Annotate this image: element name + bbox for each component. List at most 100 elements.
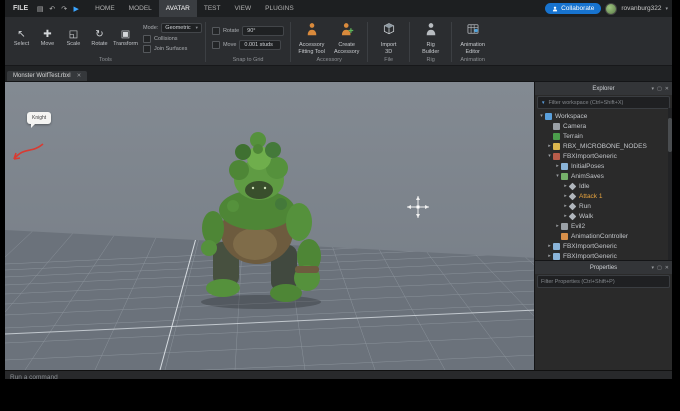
mode-label: Mode: — [143, 24, 159, 31]
tree-item-label: Idle — [579, 182, 590, 190]
tree-item-run[interactable]: ▸ Run — [535, 201, 672, 211]
tool-select[interactable]: ↖ Select — [9, 29, 34, 47]
collaborate-button[interactable]: Collaborate — [545, 3, 602, 14]
mannequin-plus-icon — [340, 22, 354, 41]
button-label: Create — [338, 42, 355, 48]
tool-rotate[interactable]: ↻ Rotate — [87, 29, 112, 47]
ribbon-group-snap-to-grid: Rotate 90° Move 0.001 studs Snap to Grid — [209, 19, 287, 65]
menu-tab-test[interactable]: TEST — [197, 0, 228, 17]
collisions-checkbox[interactable]: Collisions — [143, 34, 202, 43]
tree-item-fbximportgeneric[interactable]: ▸ FBXImportGeneric — [535, 251, 672, 260]
tree-item-camera[interactable]: Camera — [535, 121, 672, 131]
viewport-3d[interactable]: Knight — [5, 82, 534, 370]
user-avatar[interactable] — [605, 2, 618, 15]
explorer-scrollbar[interactable] — [668, 108, 672, 260]
tree-item-terrain[interactable]: Terrain — [535, 131, 672, 141]
username[interactable]: rovanburg322 — [621, 5, 661, 12]
tree-item-attack-1[interactable]: ▸ Attack 1 — [535, 191, 672, 201]
tree-item-fbximportgeneric[interactable]: ▸ FBXImportGeneric — [535, 241, 672, 251]
model-icon — [553, 252, 560, 260]
command-bar-input[interactable]: Run a command — [5, 370, 672, 379]
explorer-tree: ▾ Workspace Camera Terrain ▸ RBX_MICROBONE_NO… — [535, 110, 672, 260]
rotate-snap-checkbox[interactable]: Rotate — [211, 26, 239, 35]
document-tab[interactable]: Monster WolfTest.rbxl ✕ — [7, 71, 88, 81]
tree-item-animationcontroller[interactable]: AnimationController — [535, 231, 672, 241]
tool-label: Scale — [66, 40, 81, 47]
create-accessory-button[interactable]: Create Accessory — [329, 19, 364, 55]
expand-arrow-icon[interactable]: ▾ — [546, 153, 553, 159]
menu-tab-model[interactable]: MODEL — [122, 0, 159, 17]
panel-close-icon[interactable]: ✕ — [665, 265, 669, 271]
checkbox-box — [143, 44, 151, 53]
ribbon-tab-strip: HOME MODEL AVATAR TEST VIEW PLUGINS — [88, 0, 301, 17]
model-icon — [561, 222, 568, 230]
move-snap-field[interactable]: 0.001 studs — [239, 39, 282, 50]
viewport-note-bubble: Knight — [27, 112, 52, 128]
tree-item-fbximportgeneric[interactable]: ▾ FBXImportGeneric — [535, 151, 672, 161]
import-3d-button[interactable]: Import 3D — [371, 19, 406, 55]
redo-icon[interactable]: ↷ — [59, 5, 69, 13]
save-icon[interactable]: ▤ — [35, 5, 45, 13]
expand-arrow-icon[interactable]: ▸ — [546, 143, 553, 149]
rotate-snap-field[interactable]: 90° — [242, 25, 285, 36]
rotate-icon: ↻ — [95, 28, 104, 40]
move-gizmo[interactable] — [405, 194, 431, 220]
panel-float-icon[interactable]: ▢ — [657, 265, 662, 271]
panel-menu-icon[interactable]: ▾ — [652, 265, 655, 271]
tree-item-walk[interactable]: ▸ Walk — [535, 211, 672, 221]
ribbon-separator — [451, 22, 453, 62]
join-surfaces-checkbox[interactable]: Join Surfaces — [143, 44, 202, 53]
chevron-down-icon[interactable]: ▾ — [665, 6, 668, 12]
undo-icon[interactable]: ↶ — [47, 5, 57, 13]
button-label: Accessory — [333, 49, 360, 55]
expand-arrow-icon[interactable]: ▾ — [554, 173, 561, 179]
tree-item-initialposes[interactable]: ▸ InitialPoses — [535, 161, 672, 171]
file-menu-button[interactable]: FILE — [9, 4, 32, 13]
close-tab-icon[interactable]: ✕ — [77, 73, 82, 79]
play-icon[interactable]: ▶ — [71, 5, 81, 13]
menu-tab-home[interactable]: HOME — [88, 0, 122, 17]
expand-arrow-icon[interactable]: ▸ — [554, 163, 561, 169]
panel-close-icon[interactable]: ✕ — [665, 86, 669, 92]
anim-icon — [568, 202, 577, 210]
menu-tab-view[interactable]: VIEW — [228, 0, 259, 17]
tool-label: Move — [40, 40, 55, 47]
tree-item-idle[interactable]: ▸ Idle — [535, 181, 672, 191]
menu-tab-avatar[interactable]: AVATAR — [158, 0, 197, 17]
tree-item-label: Evil2 — [571, 222, 586, 230]
animation-editor-button[interactable]: Animation Editor — [455, 19, 490, 55]
ribbon-separator — [204, 22, 206, 62]
menu-tab-plugins[interactable]: PLUGINS — [258, 0, 301, 17]
explorer-filter-input[interactable]: ▼ Filter workspace (Ctrl+Shift+X) — [537, 96, 670, 109]
scale-icon: ◱ — [68, 28, 79, 40]
tool-label: Rotate — [91, 40, 108, 47]
tree-item-label: AnimationController — [571, 232, 629, 240]
tree-item-label: RBX_MICROBONE_NODES — [563, 142, 647, 150]
tool-scale[interactable]: ◱ Scale — [61, 29, 86, 47]
quick-access-toolbar: ▤ ↶ ↷ ▶ — [35, 5, 81, 13]
properties-filter-input[interactable]: Filter Properties (Ctrl+Shift+P) — [537, 275, 670, 288]
tree-item-animsaves[interactable]: ▾ AnimSaves — [535, 171, 672, 181]
accessory-fitting-tool-button[interactable]: Accessory Fitting Tool — [294, 19, 329, 55]
tree-item-evil2[interactable]: ▸ Evil2 — [535, 221, 672, 231]
expand-arrow-icon[interactable]: ▾ — [538, 113, 545, 119]
tool-move[interactable]: ✚ Move — [35, 29, 60, 47]
expand-arrow-icon[interactable]: ▸ — [554, 223, 561, 229]
explorer-panel: Explorer ▾ ▢ ✕ ▼ Filter workspace (Ctrl+… — [535, 82, 672, 260]
expand-arrow-icon[interactable]: ▸ — [546, 253, 553, 259]
panel-menu-icon[interactable]: ▾ — [652, 86, 655, 92]
tree-item-workspace[interactable]: ▾ Workspace — [535, 111, 672, 121]
tree-item-rbx-microbone-nodes[interactable]: ▸ RBX_MICROBONE_NODES — [535, 141, 672, 151]
move-snap-checkbox[interactable]: Move — [211, 40, 236, 49]
file-group-label: File — [384, 57, 394, 63]
tool-transform[interactable]: ▣ Transform — [113, 29, 138, 47]
expand-arrow-icon[interactable]: ▸ — [546, 243, 553, 249]
pose-icon — [561, 162, 568, 170]
select-icon: ↖ — [17, 28, 26, 40]
mode-dropdown[interactable]: Geometric ▾ — [161, 22, 202, 33]
ribbon-separator — [367, 22, 369, 62]
rig-builder-button[interactable]: Rig Builder — [413, 19, 448, 55]
panel-float-icon[interactable]: ▢ — [657, 86, 662, 92]
right-dock: Explorer ▾ ▢ ✕ ▼ Filter workspace (Ctrl+… — [534, 82, 672, 370]
monster-character-model[interactable] — [173, 120, 353, 315]
